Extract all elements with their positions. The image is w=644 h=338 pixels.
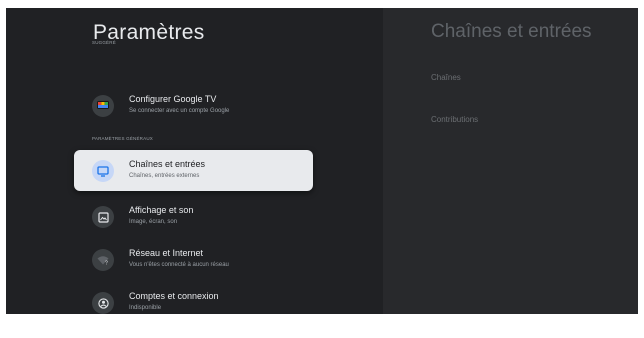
tv-screen: Paramètres Suggéré Configurer Google TV …: [6, 8, 638, 314]
menu-item-display-sound[interactable]: Affichage et son Image, écran, son: [74, 196, 313, 237]
detail-panel: Chaînes et entrées Chaînes Contributions: [383, 8, 638, 314]
menu-item-configure-google-tv[interactable]: Configurer Google TV Se connecter avec u…: [74, 85, 313, 126]
menu-item-subtitle: Image, écran, son: [129, 219, 178, 225]
google-tv-icon: [92, 95, 114, 117]
detail-item-contributions[interactable]: Contributions: [431, 115, 478, 124]
menu-item-network-internet[interactable]: ? Réseau et Internet Vous n'êtes connect…: [74, 239, 313, 280]
wifi-off-icon: ?: [92, 249, 114, 271]
menu-item-label: Chaînes et entrées: [129, 159, 206, 169]
menu-item-subtitle: Vous n'êtes connecté à aucun réseau: [129, 262, 229, 268]
section-general: Paramètres généraux: [92, 136, 153, 141]
section-suggested: Suggéré: [92, 40, 116, 45]
detail-title: Chaînes et entrées: [431, 21, 592, 42]
menu-item-label: Réseau et Internet: [129, 248, 204, 258]
menu-item-subtitle: Indisponible: [129, 305, 162, 311]
menu-item-label: Affichage et son: [129, 205, 194, 215]
menu-item-accounts-signin[interactable]: Comptes et connexion Indisponible: [74, 282, 313, 314]
image-icon: [92, 206, 114, 228]
account-icon: [92, 292, 114, 314]
tv-icon: [92, 160, 114, 182]
menu-item-subtitle: Chaînes, entrées externes: [129, 173, 200, 179]
menu-item-channels-inputs[interactable]: Chaînes et entrées Chaînes, entrées exte…: [74, 150, 313, 191]
svg-text:?: ?: [105, 261, 108, 266]
detail-item-channels[interactable]: Chaînes: [431, 73, 461, 82]
menu-item-label: Comptes et connexion: [129, 291, 219, 301]
menu-item-subtitle: Se connecter avec un compte Google: [129, 108, 230, 114]
menu-item-label: Configurer Google TV: [129, 94, 217, 104]
